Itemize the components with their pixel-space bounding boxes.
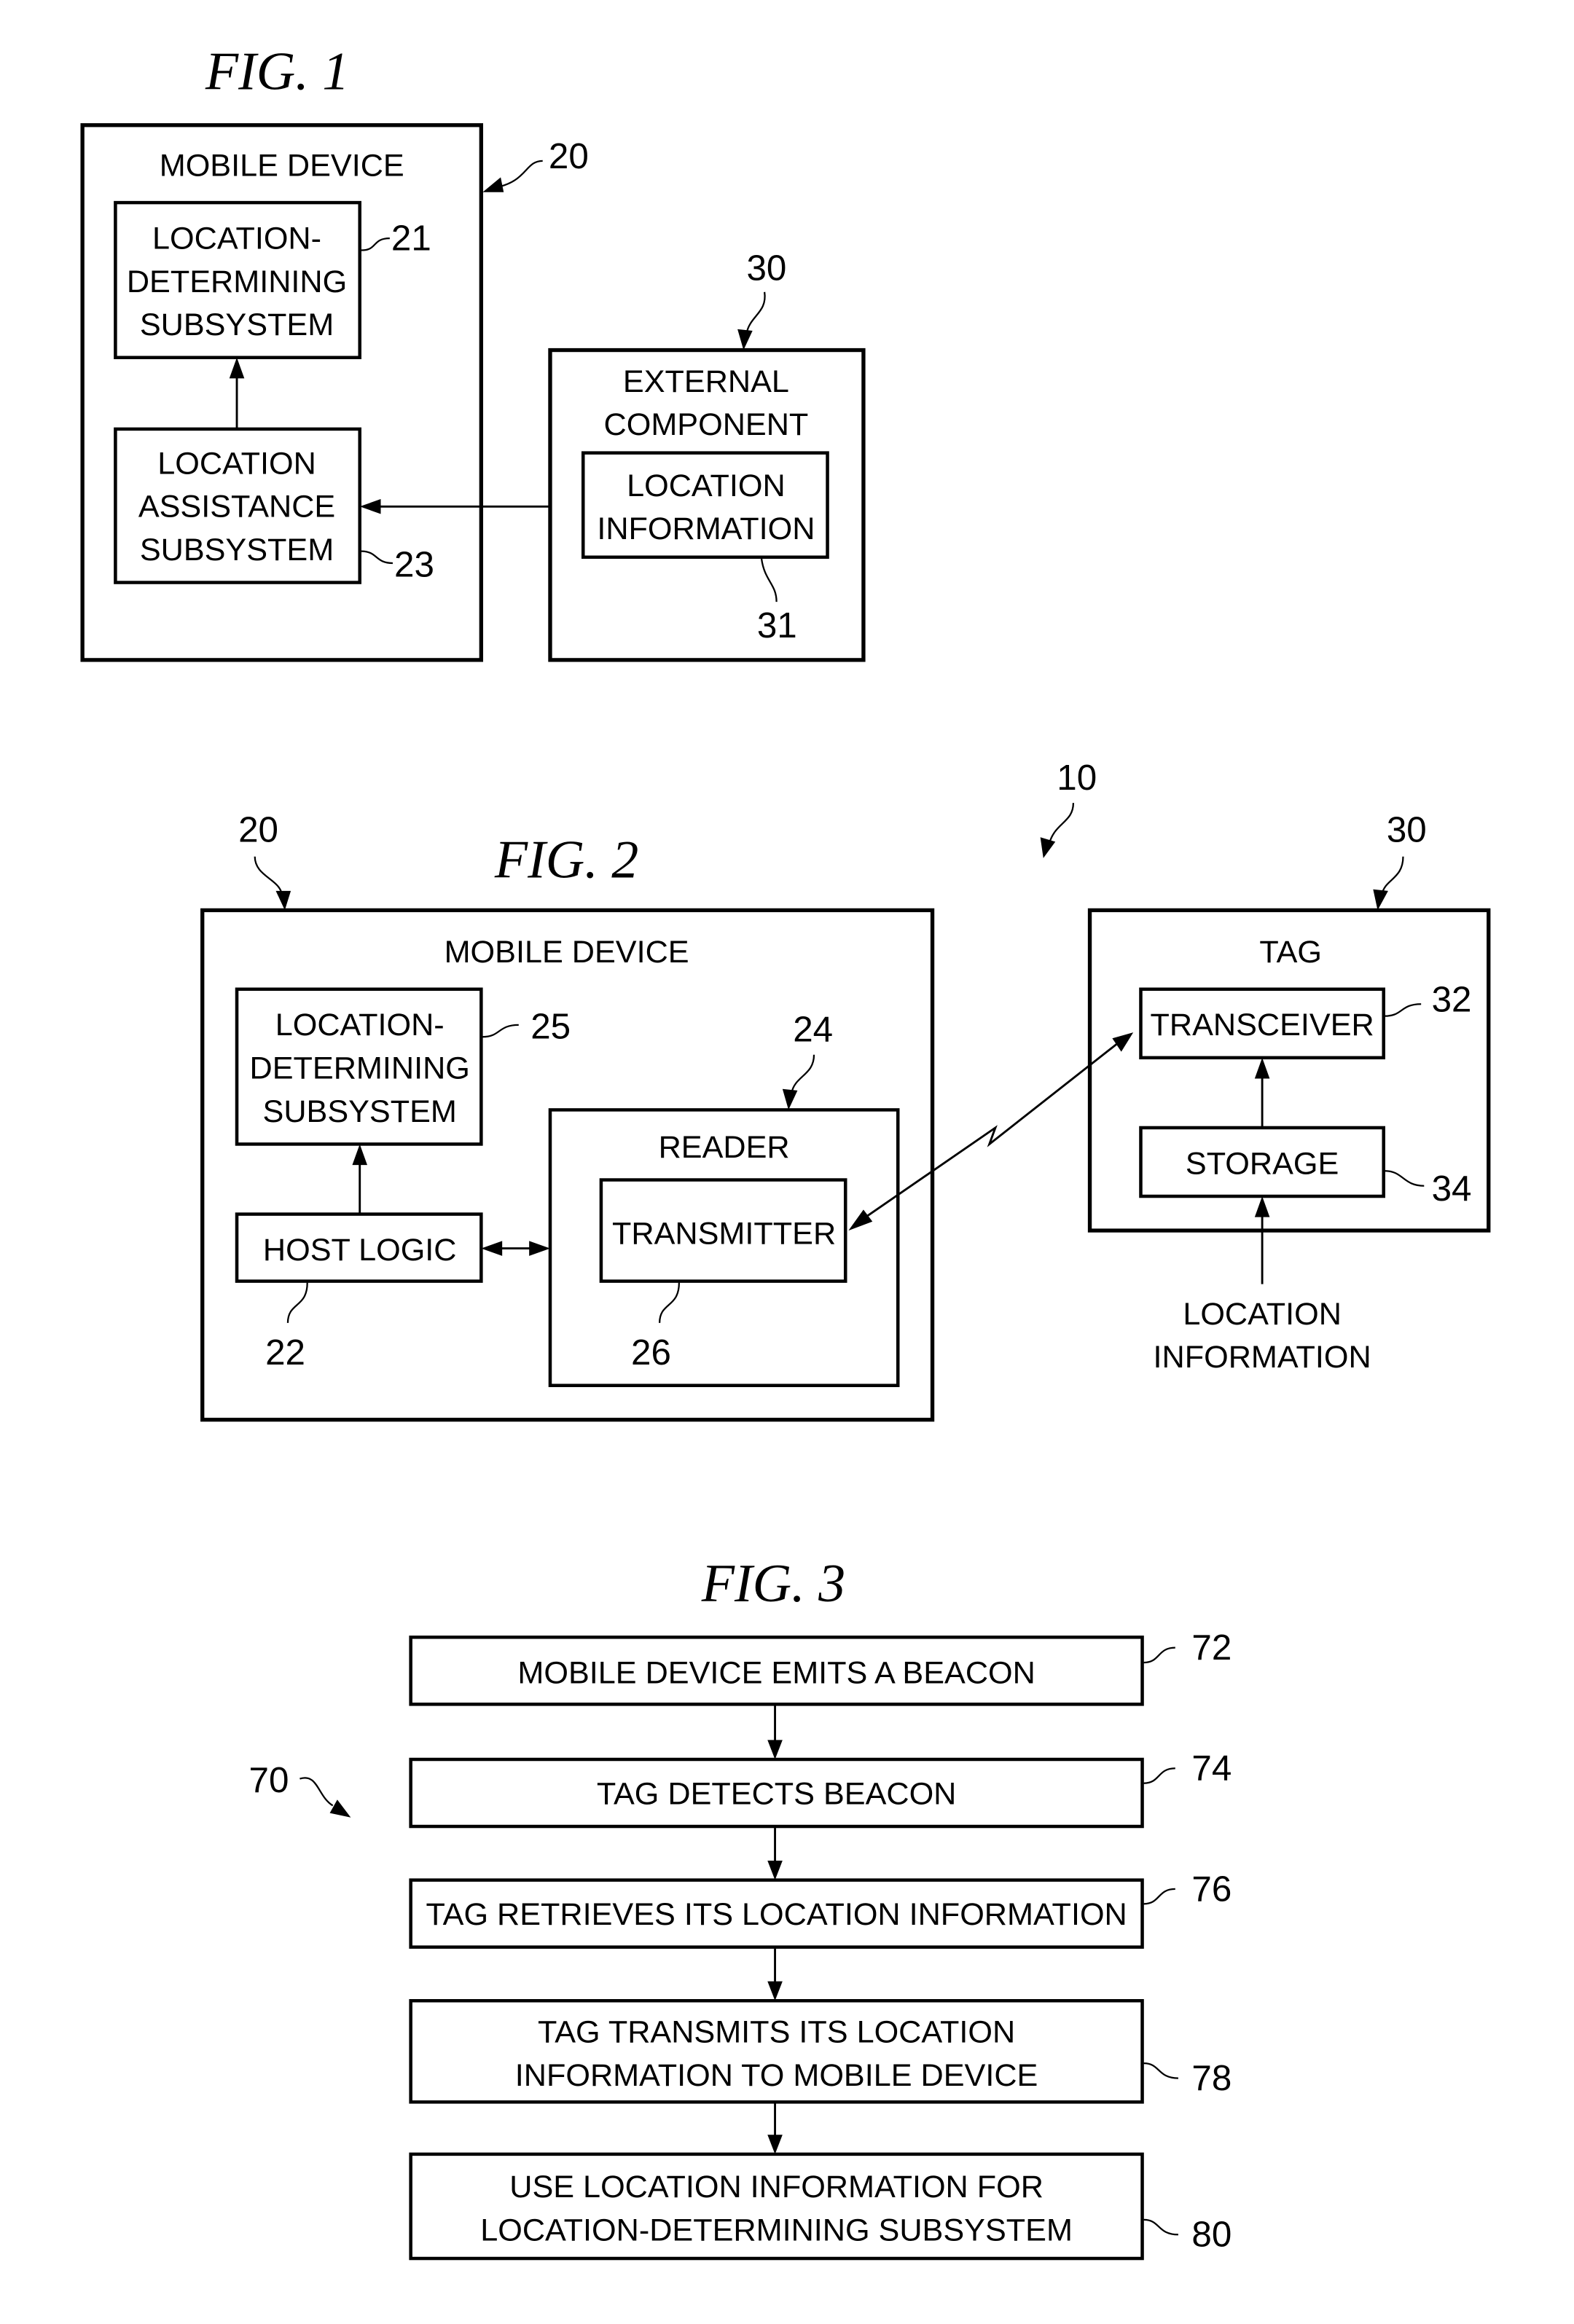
figure-1: FIG. 1 MOBILE DEVICE 20 LOCATION- DETERM… bbox=[80, 42, 866, 662]
fig2-transmitter-label: TRANSMITTER bbox=[612, 1217, 836, 1252]
fig3-arrowhead-70 bbox=[329, 1799, 351, 1818]
fig2-host-logic-label: HOST LOGIC bbox=[263, 1233, 457, 1268]
fig1-ref-31: 31 bbox=[757, 605, 797, 645]
fig2-transceiver-label: TRANSCEIVER bbox=[1151, 1008, 1374, 1043]
figure-1-title: FIG. 1 bbox=[205, 42, 349, 101]
fig2-leader-32 bbox=[1385, 1003, 1422, 1017]
fig1-external-component-line2: COMPONENT bbox=[604, 407, 809, 442]
fig2-leader-30 bbox=[1381, 856, 1404, 895]
fig3-step-74-text: TAG DETECTS BEACON bbox=[597, 1776, 957, 1811]
fig2-ref-32: 32 bbox=[1432, 980, 1472, 1020]
fig2-arrowhead-transmitter bbox=[848, 1209, 873, 1231]
figure-2: FIG. 2 10 20 MOBILE DEVICE LOCATION- DET… bbox=[200, 758, 1491, 1422]
fig1-arrowhead-20 bbox=[482, 177, 504, 192]
fig2-leader-24 bbox=[791, 1054, 815, 1094]
fig2-ref-24: 24 bbox=[793, 1009, 833, 1049]
fig3-ref-74: 74 bbox=[1191, 1748, 1232, 1789]
fig3-arrowhead-76-78 bbox=[767, 1981, 783, 2001]
fig2-ref-10: 10 bbox=[1057, 758, 1097, 798]
fig3-arrowhead-72-74 bbox=[767, 1740, 783, 1759]
patent-drawing-sheet: FIG. 1 MOBILE DEVICE 20 LOCATION- DETERM… bbox=[80, 42, 1491, 2261]
fig1-leader-30 bbox=[745, 291, 766, 334]
fig1-location-assistance-line2: ASSISTANCE bbox=[138, 490, 335, 525]
fig1-arrowhead-30 bbox=[737, 329, 753, 350]
fig1-ref-23: 23 bbox=[394, 544, 434, 584]
fig3-step-72-text: MOBILE DEVICE EMITS A BEACON bbox=[517, 1656, 1035, 1691]
fig3-leader-76 bbox=[1143, 1888, 1175, 1905]
fig3-leader-70 bbox=[299, 1777, 334, 1807]
fig1-leader-23 bbox=[361, 550, 393, 565]
fig2-storage-label: STORAGE bbox=[1186, 1146, 1339, 1181]
fig1-leader-31 bbox=[760, 558, 778, 602]
fig2-arrowhead-transceiver bbox=[1112, 1032, 1134, 1052]
figure-3: FIG. 3 70 MOBILE DEVICE EMITS A BEACON 7… bbox=[248, 1553, 1232, 2261]
fig2-arrowhead-10 bbox=[1040, 837, 1056, 858]
fig3-leader-80 bbox=[1143, 2218, 1178, 2236]
fig2-mobile-device-box bbox=[200, 908, 935, 1422]
fig2-wireless-link bbox=[863, 1042, 1119, 1220]
fig3-step-80-line2: LOCATION-DETERMINING SUBSYSTEM bbox=[480, 2213, 1073, 2248]
fig2-leader-10 bbox=[1048, 803, 1075, 844]
fig1-ref-20: 20 bbox=[549, 136, 589, 176]
fig2-arrowhead-24 bbox=[782, 1088, 798, 1110]
fig2-leader-20 bbox=[254, 856, 283, 895]
fig2-arrowhead-right-reader bbox=[529, 1241, 550, 1256]
fig2-ref-30: 30 bbox=[1387, 809, 1427, 849]
fig3-ref-80: 80 bbox=[1191, 2215, 1232, 2255]
fig2-tag-label: TAG bbox=[1259, 935, 1322, 970]
fig2-ref-34: 34 bbox=[1432, 1169, 1472, 1209]
fig3-leader-74 bbox=[1143, 1767, 1175, 1784]
fig3-step-76-text: TAG RETRIEVES ITS LOCATION INFORMATION bbox=[426, 1897, 1127, 1932]
fig2-arrowhead-left-host bbox=[481, 1241, 503, 1256]
fig1-location-determining-line3: SUBSYSTEM bbox=[140, 307, 334, 342]
fig3-step-78-line1: TAG TRANSMITS ITS LOCATION bbox=[538, 2015, 1015, 2050]
fig2-arrowhead-20 bbox=[275, 890, 291, 911]
fig2-location-determining-line1: LOCATION- bbox=[275, 1008, 445, 1043]
fig3-ref-70: 70 bbox=[248, 1760, 289, 1800]
fig2-arrowhead-30 bbox=[1373, 889, 1388, 911]
fig2-arrowhead-up-ld bbox=[352, 1144, 367, 1166]
fig1-arrowhead-left bbox=[359, 499, 381, 514]
fig2-ref-26: 26 bbox=[631, 1332, 671, 1373]
fig2-ref-22: 22 bbox=[265, 1332, 305, 1373]
fig2-leader-25 bbox=[482, 1024, 519, 1038]
fig1-location-determining-line2: DETERMINING bbox=[127, 264, 347, 299]
fig2-leader-34 bbox=[1385, 1170, 1425, 1187]
fig1-location-information-line2: INFORMATION bbox=[597, 511, 815, 546]
fig3-arrowhead-74-76 bbox=[767, 1861, 783, 1880]
fig3-step-80-line1: USE LOCATION INFORMATION FOR bbox=[509, 2170, 1044, 2205]
fig3-ref-72: 72 bbox=[1191, 1628, 1232, 1668]
fig2-leader-26 bbox=[659, 1282, 681, 1323]
fig2-ref-25: 25 bbox=[530, 1006, 571, 1046]
figure-3-title: FIG. 3 bbox=[701, 1553, 845, 1613]
fig1-location-information-line1: LOCATION bbox=[627, 468, 786, 503]
figure-2-title: FIG. 2 bbox=[494, 830, 638, 890]
fig1-ref-21: 21 bbox=[391, 219, 431, 259]
fig2-location-input-line2: INFORMATION bbox=[1154, 1340, 1371, 1375]
fig3-leader-78 bbox=[1143, 2062, 1178, 2079]
fig2-location-input-line1: LOCATION bbox=[1183, 1297, 1342, 1332]
fig3-ref-78: 78 bbox=[1191, 2058, 1232, 2098]
fig1-external-component-line1: EXTERNAL bbox=[623, 364, 789, 399]
fig2-arrowhead-up-transceiver bbox=[1254, 1057, 1270, 1079]
fig2-location-determining-line3: SUBSYSTEM bbox=[263, 1094, 457, 1129]
fig1-ref-30: 30 bbox=[746, 248, 786, 288]
fig1-location-determining-line1: LOCATION- bbox=[152, 221, 321, 256]
fig2-ref-20: 20 bbox=[238, 809, 278, 849]
fig2-arrowhead-up-storage bbox=[1254, 1196, 1270, 1217]
fig3-ref-76: 76 bbox=[1191, 1869, 1232, 1909]
fig3-step-78-line2: INFORMATION TO MOBILE DEVICE bbox=[515, 2058, 1038, 2093]
fig3-leader-72 bbox=[1143, 1646, 1175, 1664]
fig2-reader-label: READER bbox=[659, 1130, 790, 1165]
fig1-mobile-device-label: MOBILE DEVICE bbox=[160, 148, 404, 183]
fig1-leader-21 bbox=[361, 237, 390, 251]
fig1-location-assistance-line1: LOCATION bbox=[157, 446, 316, 481]
fig2-mobile-device-label: MOBILE DEVICE bbox=[445, 935, 689, 970]
fig1-location-assistance-line3: SUBSYSTEM bbox=[140, 533, 334, 568]
fig1-arrowhead-up bbox=[229, 357, 245, 379]
fig3-arrowhead-78-80 bbox=[767, 2135, 783, 2154]
fig2-leader-22 bbox=[286, 1282, 308, 1323]
fig2-location-determining-line2: DETERMINING bbox=[250, 1051, 470, 1086]
